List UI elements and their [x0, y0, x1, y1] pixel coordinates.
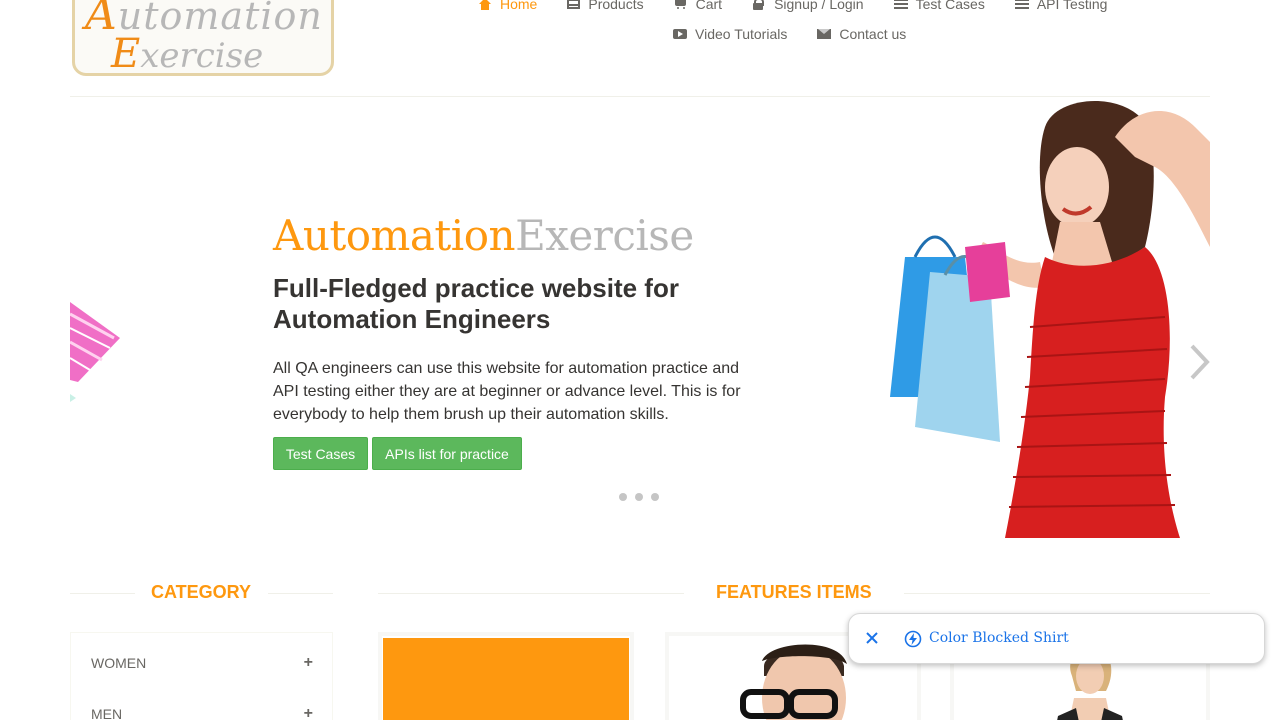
hero-slider: AutomationExercise Full-Fledged practice… — [70, 97, 1210, 538]
nav-test-cases-label: Test Cases — [915, 0, 985, 12]
list-icon — [893, 0, 908, 10]
chevron-right-icon[interactable] — [1188, 343, 1210, 381]
hero-brand-orange: Automation — [273, 211, 516, 260]
bolt-icon — [904, 630, 922, 648]
nav-video-tutorials[interactable]: Video Tutorials — [673, 24, 787, 44]
nav-test-cases[interactable]: Test Cases — [893, 0, 985, 14]
nav-signup-login[interactable]: Signup / Login — [752, 0, 864, 14]
autocomplete-popup: Color Blocked Shirt — [848, 613, 1265, 664]
home-icon — [478, 0, 492, 10]
category-title: CATEGORY — [151, 582, 252, 602]
nav-api-testing[interactable]: API Testing — [1014, 0, 1108, 14]
envelope-icon — [817, 29, 832, 39]
list-icon — [1014, 0, 1029, 10]
nav-api-testing-label: API Testing — [1036, 0, 1108, 12]
features-title: FEATURES ITEMS — [716, 582, 872, 602]
plus-icon[interactable]: + — [304, 705, 313, 720]
category-men[interactable]: MEN + — [91, 704, 313, 720]
logo-line2: Exercise — [111, 31, 264, 76]
hero-description: All QA engineers can use this website fo… — [273, 360, 741, 423]
video-icon — [673, 29, 687, 39]
nav-home[interactable]: Home — [478, 0, 537, 14]
close-icon[interactable] — [865, 631, 879, 645]
category-title-line-right — [268, 593, 333, 594]
hero-brand: AutomationExercise — [273, 211, 694, 260]
slider-dot[interactable] — [619, 493, 627, 501]
category-title-line-left — [70, 593, 135, 594]
popup-suggestion-text[interactable]: Color Blocked Shirt — [929, 630, 1069, 646]
category-men-label: MEN — [91, 706, 123, 720]
hero-model-image — [890, 100, 1210, 538]
test-cases-button[interactable]: Test Cases — [273, 437, 368, 470]
features-title-line-right — [904, 593, 1210, 594]
plus-icon[interactable]: + — [304, 654, 313, 672]
product-image — [383, 638, 629, 720]
nav-cart[interactable]: Cart — [674, 0, 722, 14]
slider-indicators — [619, 493, 659, 501]
site-logo[interactable]: Automation Exercise — [72, 0, 334, 76]
hero-brand-grey: Exercise — [515, 211, 694, 260]
nav-products[interactable]: Products — [567, 0, 644, 14]
nav-products-label: Products — [588, 0, 644, 12]
nav-contact-us[interactable]: Contact us — [817, 24, 906, 44]
category-panel: WOMEN + MEN + — [70, 632, 333, 720]
cart-icon — [674, 0, 688, 10]
nav-video-label: Video Tutorials — [695, 26, 788, 42]
hero-title: Full-Fledged practice website for Automa… — [273, 273, 679, 334]
nav-contact-label: Contact us — [839, 26, 907, 42]
nav-home-label: Home — [500, 0, 538, 12]
slider-dot[interactable] — [635, 493, 643, 501]
nav-cart-label: Cart — [695, 0, 723, 12]
slider-dot[interactable] — [651, 493, 659, 501]
products-icon — [567, 0, 581, 9]
product-card[interactable] — [378, 632, 634, 720]
features-title-line-left — [378, 593, 684, 594]
lock-icon — [752, 0, 766, 10]
category-women-label: WOMEN — [91, 655, 147, 671]
apis-list-button[interactable]: APIs list for practice — [372, 437, 522, 470]
gift-wrap-image — [70, 302, 120, 402]
category-women[interactable]: WOMEN + — [91, 653, 313, 673]
nav-signup-label: Signup / Login — [774, 0, 864, 12]
